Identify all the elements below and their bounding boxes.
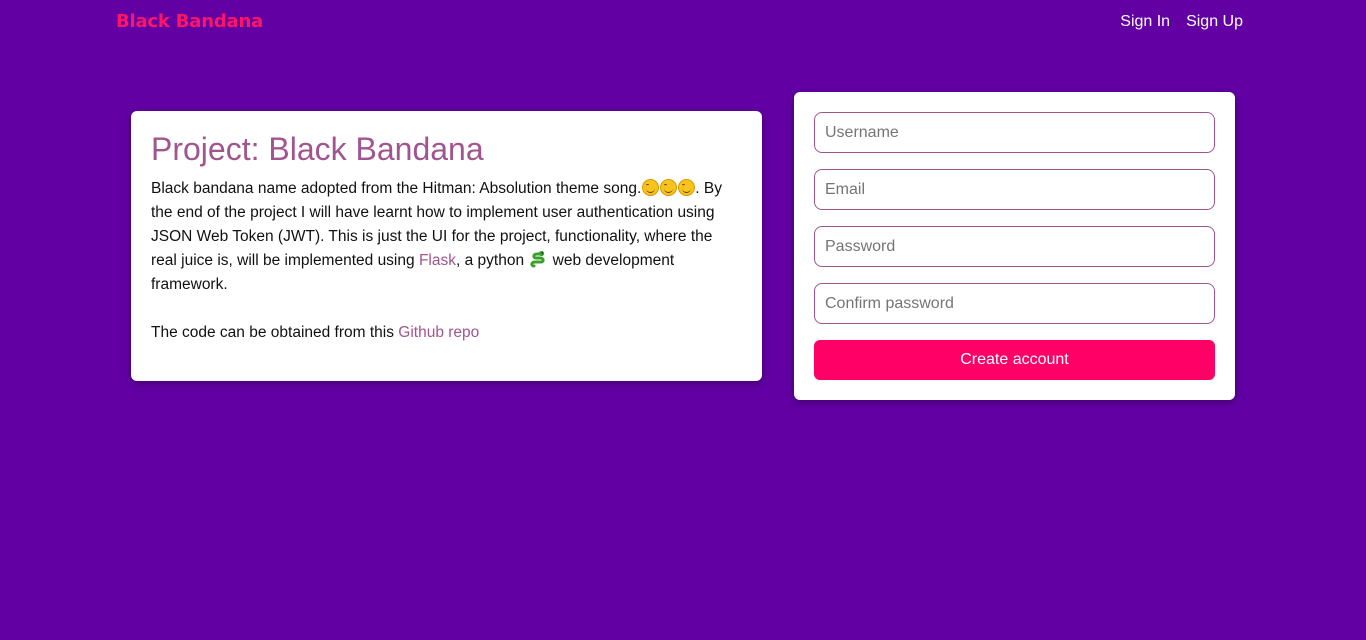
navbar: Black Bandana Sign In Sign Up bbox=[0, 0, 1366, 46]
nav-links: Sign In Sign Up bbox=[1120, 13, 1243, 31]
repo-prefix: The code can be obtained from this bbox=[151, 324, 399, 341]
flask-link[interactable]: Flask bbox=[419, 252, 456, 269]
smiling-face-icon bbox=[642, 179, 660, 196]
smiling-face-icon bbox=[660, 179, 678, 196]
repo-line: The code can be obtained from this Githu… bbox=[151, 321, 742, 345]
signup-form-card: Create account bbox=[794, 92, 1235, 400]
confirm-password-input[interactable] bbox=[814, 283, 1215, 324]
email-input[interactable] bbox=[814, 169, 1215, 210]
project-description: Black bandana name adopted from the Hitm… bbox=[151, 177, 742, 297]
project-title: Project: Black Bandana bbox=[151, 131, 484, 167]
sign-up-link[interactable]: Sign Up bbox=[1186, 13, 1243, 31]
description-python: , a python bbox=[455, 252, 529, 269]
project-info-card: Project: Black Bandana Black bandana nam… bbox=[131, 111, 762, 381]
snake-icon bbox=[530, 250, 545, 268]
description-intro: Black bandana name adopted from the Hitm… bbox=[151, 180, 642, 197]
password-input[interactable] bbox=[814, 226, 1215, 267]
create-account-button[interactable]: Create account bbox=[814, 340, 1215, 380]
sign-in-link[interactable]: Sign In bbox=[1120, 13, 1170, 31]
smiling-face-icon bbox=[678, 179, 696, 196]
github-repo-link[interactable]: Github repo bbox=[398, 324, 479, 341]
brand-logo[interactable]: Black Bandana bbox=[116, 11, 263, 32]
username-input[interactable] bbox=[814, 112, 1215, 153]
